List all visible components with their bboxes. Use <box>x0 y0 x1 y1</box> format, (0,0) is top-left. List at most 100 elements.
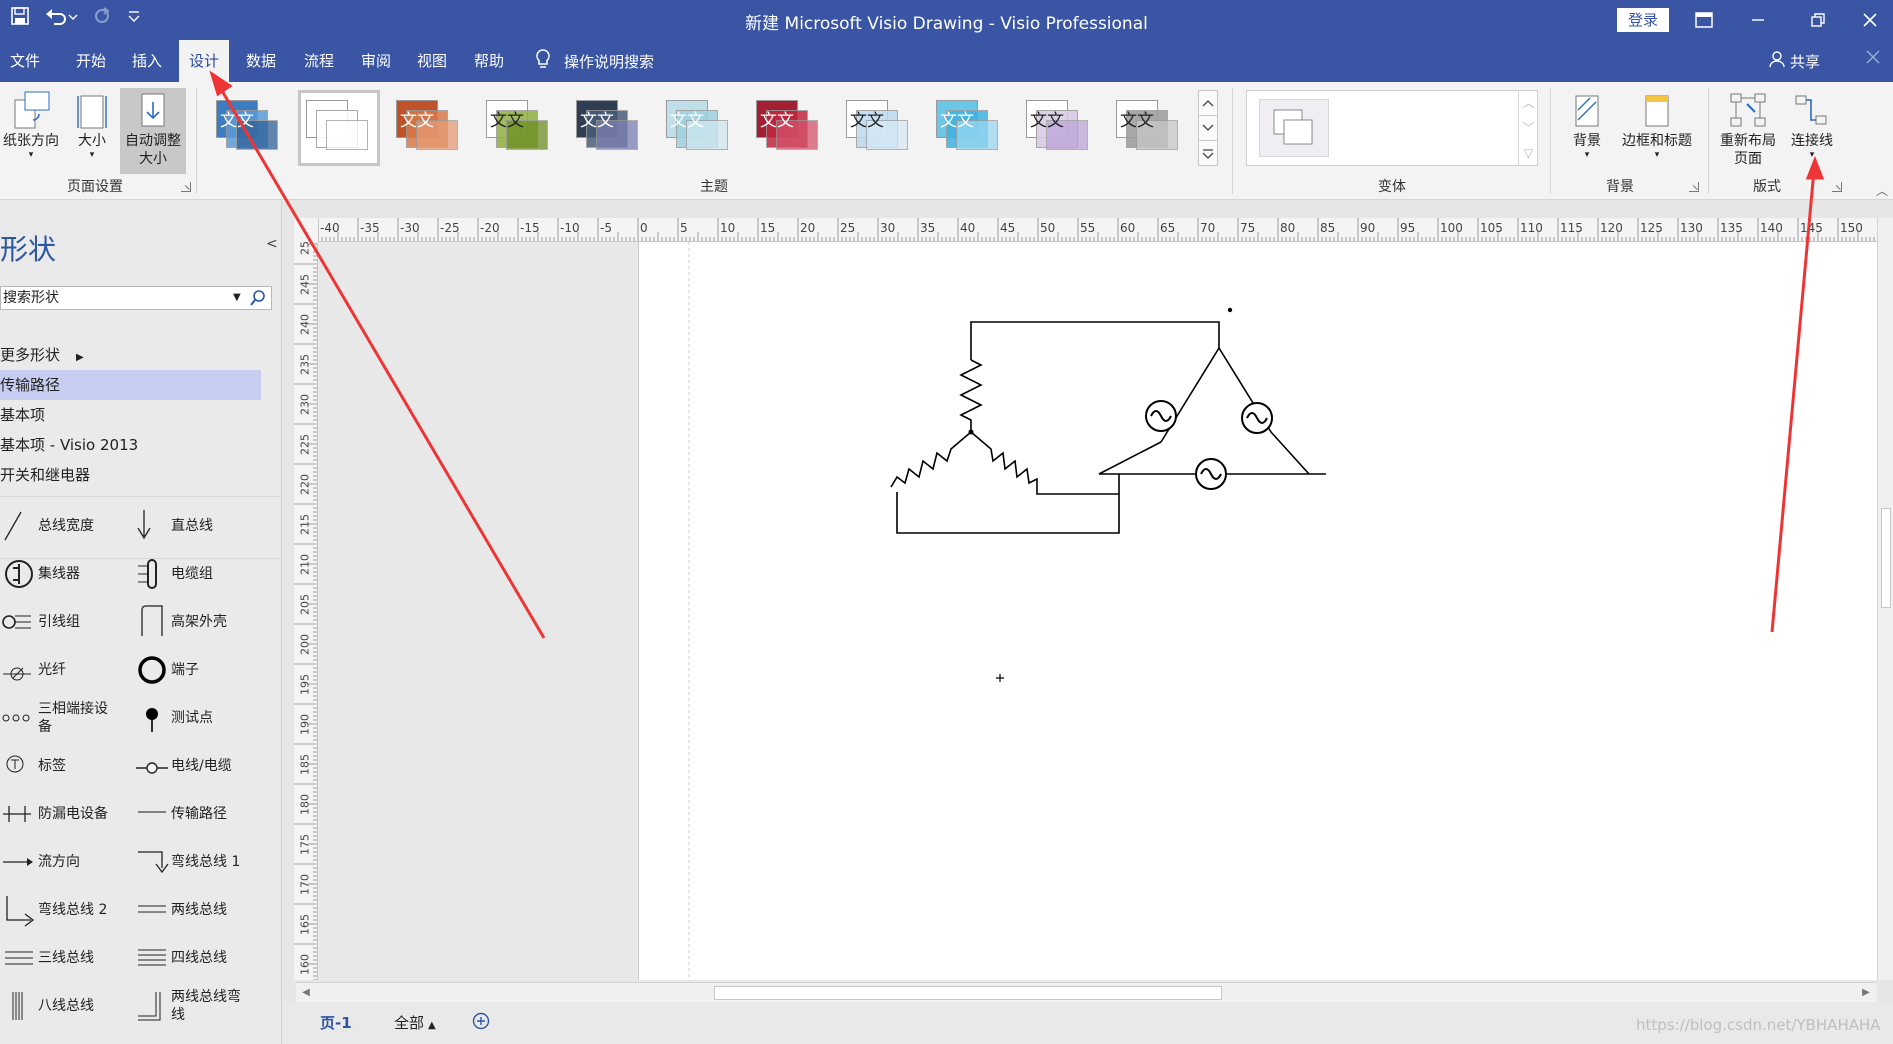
share-button[interactable]: 共享 <box>1768 40 1820 82</box>
drawing-page[interactable] <box>638 242 1877 980</box>
layout-launcher-icon[interactable] <box>1832 182 1842 192</box>
collapse-pane-icon[interactable]: < <box>266 236 278 252</box>
circuit-diagram[interactable] <box>639 242 1878 980</box>
theme-thumbnail[interactable]: 文文 <box>658 90 740 166</box>
ruler-tick-label: 235 <box>298 354 312 375</box>
theme-thumbnail[interactable]: 文文 <box>388 90 470 166</box>
resistor-right[interactable] <box>970 431 1119 495</box>
shape-master-fiber[interactable]: 光纤 <box>0 650 118 690</box>
stencil-basic-items-2013[interactable]: 基本项 - Visio 2013 <box>0 430 261 460</box>
orientation-button[interactable]: 纸张方向 ▾ <box>0 88 62 160</box>
theme-thumbnail[interactable]: 文文 <box>1108 90 1190 166</box>
shape-master-test-point[interactable]: 测试点 <box>133 698 251 738</box>
shape-master-eight-wire-bus[interactable]: 八线总线 <box>0 986 118 1026</box>
shape-master-three-wire-bus[interactable]: 三线总线 <box>0 938 118 978</box>
collapse-ribbon-icon[interactable]: ︿ <box>1876 182 1888 199</box>
stencil-transmission-paths[interactable]: 传输路径 <box>0 370 261 400</box>
backgrounds-launcher-icon[interactable] <box>1689 182 1699 192</box>
restore-icon[interactable] <box>1800 6 1836 34</box>
search-icon[interactable] <box>249 289 267 314</box>
theme-thumbnail[interactable]: 文文 <box>478 90 560 166</box>
more-shapes-item[interactable]: 更多形状 ▶ <box>0 340 261 370</box>
page-setup-launcher-icon[interactable] <box>181 182 191 192</box>
ruler-tick-label: 220 <box>298 474 312 495</box>
search-shapes-input[interactable]: 搜索形状 ▼ <box>0 286 272 310</box>
shape-master-two-wire-bend[interactable]: 两线总线弯线 <box>133 986 251 1026</box>
close-icon[interactable] <box>1852 6 1888 34</box>
tab-insert[interactable]: 插入 <box>122 40 172 82</box>
gallery-up-icon[interactable] <box>1199 91 1217 116</box>
shape-master-lead-group[interactable]: 引线组 <box>0 602 118 642</box>
theme-thumbnail[interactable]: 文文 <box>928 90 1010 166</box>
stencil-basic-items[interactable]: 基本项 <box>0 400 261 430</box>
shape-master-four-wire-bus[interactable]: 四线总线 <box>133 938 251 978</box>
size-button[interactable]: 大小 ▾ <box>68 88 116 160</box>
variants-down-icon[interactable]: ﹀ <box>1519 115 1538 140</box>
save-icon[interactable] <box>10 6 30 26</box>
relayout-page-button[interactable]: 重新布局 页面 <box>1716 88 1780 168</box>
scroll-left-icon[interactable]: ◀ <box>298 985 314 1001</box>
horizontal-scroll-thumb[interactable] <box>714 986 1222 1000</box>
theme-thumbnail[interactable]: 文文 <box>568 90 650 166</box>
ribbon-display-options-icon[interactable] <box>1686 6 1722 34</box>
tab-file[interactable]: 文件 <box>0 40 50 82</box>
tab-process[interactable]: 流程 <box>294 40 344 82</box>
shape-master-wire-cable[interactable]: 电线/电缆 <box>133 746 251 786</box>
theme-thumbnail[interactable] <box>298 90 380 166</box>
shape-master-flow-direction[interactable]: 流方向 <box>0 842 118 882</box>
borders-titles-button[interactable]: 边框和标题 ▾ <box>1616 88 1698 160</box>
scroll-right-icon[interactable]: ▶ <box>1858 985 1874 1001</box>
shape-master-hub[interactable]: 集线器 <box>0 554 118 594</box>
theme-thumbnail[interactable]: 文文 <box>208 90 290 166</box>
minimize-icon[interactable] <box>1740 6 1776 34</box>
autosize-button[interactable]: 自动调整 大小 <box>120 88 186 174</box>
shape-master-leakage-device[interactable]: 防漏电设备 <box>0 794 118 834</box>
theme-thumbnail[interactable]: 文文 <box>1018 90 1100 166</box>
wire-top[interactable] <box>970 321 1220 360</box>
shape-master-three-phase[interactable]: 三相端接设备 <box>0 698 118 738</box>
undo-icon[interactable] <box>44 6 78 26</box>
resistor-left[interactable] <box>890 431 972 488</box>
close-ribbon-icon[interactable] <box>1866 50 1880 68</box>
gallery-down-icon[interactable] <box>1199 116 1217 141</box>
tab-design[interactable]: 设计 <box>179 40 230 82</box>
delta-wires[interactable] <box>1098 347 1326 475</box>
theme-thumbnail[interactable]: 文文 <box>838 90 920 166</box>
shape-master-bent-bus-2[interactable]: 弯线总线 2 <box>0 890 118 930</box>
add-page-icon[interactable] <box>472 1012 490 1034</box>
tab-view[interactable]: 视图 <box>407 40 457 82</box>
vertical-scroll-thumb[interactable] <box>1881 508 1891 608</box>
shape-master-bus-width[interactable]: 总线宽度 <box>0 506 118 546</box>
shape-master-bent-bus-1[interactable]: 弯线总线 1 <box>133 842 251 882</box>
variants-more-icon[interactable]: ▽ <box>1519 140 1538 165</box>
page-tab-current[interactable]: 页-1 <box>320 1012 352 1033</box>
redo-icon[interactable] <box>92 6 112 26</box>
connectors-button[interactable]: 连接线 ▾ <box>1782 88 1842 160</box>
variant-thumbnail[interactable] <box>1259 99 1329 157</box>
shape-master-straight-bus[interactable]: 直总线 <box>133 506 251 546</box>
customize-qat-icon[interactable] <box>126 6 142 26</box>
shape-master-cable-group[interactable]: 电缆组 <box>133 554 251 594</box>
tell-me-search[interactable]: 操作说明搜索 <box>534 40 654 82</box>
horizontal-scrollbar[interactable]: ◀ ▶ <box>296 982 1877 1002</box>
variants-up-icon[interactable]: ︿ <box>1519 90 1538 115</box>
shape-master-tag[interactable]: 标签 <box>0 746 118 786</box>
shape-master-overhead-housing[interactable]: 高架外壳 <box>133 602 251 642</box>
stencil-switches-relays[interactable]: 开关和继电器 <box>0 460 261 490</box>
tab-home[interactable]: 开始 <box>66 40 116 82</box>
tab-review[interactable]: 审阅 <box>351 40 401 82</box>
shape-master-terminal[interactable]: 端子 <box>133 650 251 690</box>
tab-help[interactable]: 帮助 <box>464 40 514 82</box>
shape-master-transmission-path[interactable]: 传输路径 <box>133 794 251 834</box>
signin-button[interactable]: 登录 <box>1617 8 1669 32</box>
gallery-more-icon[interactable] <box>1199 141 1217 166</box>
search-dropdown-icon[interactable]: ▼ <box>233 287 241 309</box>
theme-thumbnail[interactable]: 文文 <box>748 90 830 166</box>
vertical-scrollbar[interactable] <box>1877 218 1893 980</box>
all-pages-button[interactable]: 全部 ▲ <box>394 1012 436 1033</box>
wire-bottom[interactable] <box>896 474 1120 534</box>
shape-master-two-wire-bus[interactable]: 两线总线 <box>133 890 251 930</box>
tab-data[interactable]: 数据 <box>236 40 286 82</box>
resistor-top[interactable] <box>959 359 983 432</box>
background-button[interactable]: 背景 ▾ <box>1562 88 1612 160</box>
